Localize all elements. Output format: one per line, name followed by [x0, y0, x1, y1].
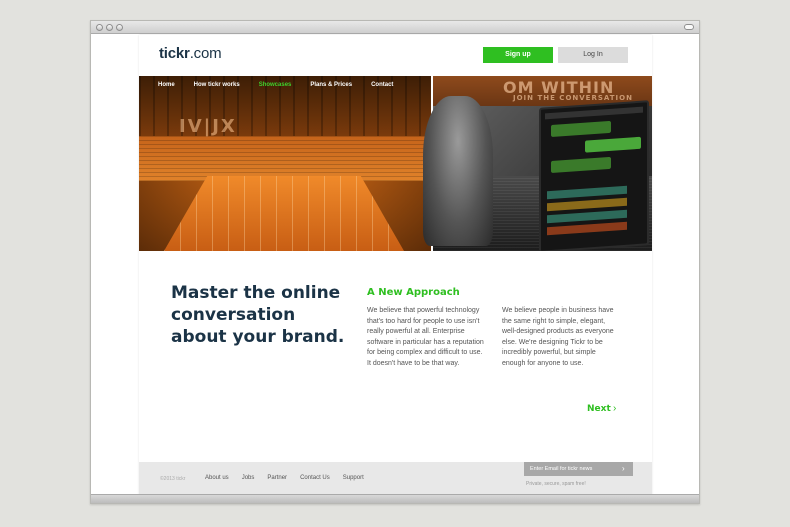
tablet-topbar — [545, 106, 643, 120]
copyright: ©2013 tickr — [160, 476, 186, 482]
feed-row — [547, 209, 627, 224]
feed-row — [547, 221, 627, 236]
stadium-field — [164, 176, 404, 251]
footer-links: About us Jobs Partner Contact Us Support — [205, 475, 377, 481]
browser-window: tickr.com Sign up Log In IV|JX OM WITHIN… — [90, 20, 700, 504]
nav-how-tickr-works[interactable]: How tickr works — [194, 76, 240, 94]
chat-bubble — [551, 120, 611, 138]
footer-link-about[interactable]: About us — [205, 475, 229, 481]
feed-row — [547, 197, 627, 212]
submit-arrow-icon[interactable]: › — [622, 464, 625, 473]
signup-button[interactable]: Sign up — [483, 47, 553, 63]
site-logo[interactable]: tickr.com — [159, 45, 222, 62]
chat-bubble — [585, 136, 641, 153]
stadium-image: IV|JX — [139, 76, 431, 251]
footer-link-partner[interactable]: Partner — [267, 475, 287, 481]
feed-row — [547, 185, 627, 200]
window-bottom-bar — [91, 494, 699, 503]
intro-paragraph-2: We believe people in business have the s… — [502, 307, 614, 367]
footer-link-jobs[interactable]: Jobs — [242, 475, 255, 481]
banner-subtext: JOIN THE CONVERSATION — [513, 94, 633, 102]
page-headline: Master the online conversation about you… — [171, 283, 345, 347]
minimize-window-icon[interactable] — [106, 24, 113, 31]
fan-figure — [423, 96, 493, 246]
maximize-window-icon[interactable] — [116, 24, 123, 31]
site-footer: ©2013 tickr About us Jobs Partner Contac… — [139, 462, 652, 496]
login-button[interactable]: Log In — [558, 47, 628, 63]
nav-showcases[interactable]: Showcases — [259, 76, 292, 94]
stadium-scoreboard: IV|JX — [179, 116, 237, 137]
next-link[interactable]: Next — [587, 404, 611, 414]
window-titlebar — [91, 21, 699, 34]
logo-domain: .com — [189, 45, 222, 62]
footer-link-contact[interactable]: Contact Us — [300, 475, 330, 481]
stadium-stands — [139, 136, 431, 181]
toolbar-toggle-icon[interactable] — [684, 24, 694, 30]
privacy-note: Private, secure, spam free! — [526, 481, 586, 487]
tablet-screen — [539, 100, 649, 251]
nav-plans-prices[interactable]: Plans & Prices — [310, 76, 352, 94]
main-nav: Home How tickr works Showcases Plans & P… — [139, 76, 393, 94]
chat-bubble — [551, 156, 611, 174]
section-title: A New Approach — [367, 287, 460, 298]
footer-link-support[interactable]: Support — [343, 475, 364, 481]
hero-banner: IV|JX OM WITHIN JOIN THE CONVERSATION Ho… — [139, 76, 652, 251]
fan-tablet-image: OM WITHIN JOIN THE CONVERSATION — [423, 76, 652, 251]
newsletter-email-field[interactable]: Enter Email for tickr news — [524, 462, 633, 476]
web-page: tickr.com Sign up Log In IV|JX OM WITHIN… — [139, 35, 652, 496]
nav-contact[interactable]: Contact — [371, 76, 393, 94]
close-window-icon[interactable] — [96, 24, 103, 31]
intro-paragraph-1: We believe that powerful technology that… — [367, 307, 484, 367]
chevron-right-icon[interactable]: › — [613, 403, 616, 414]
nav-home[interactable]: Home — [158, 76, 175, 94]
logo-bold: tickr — [159, 45, 190, 62]
